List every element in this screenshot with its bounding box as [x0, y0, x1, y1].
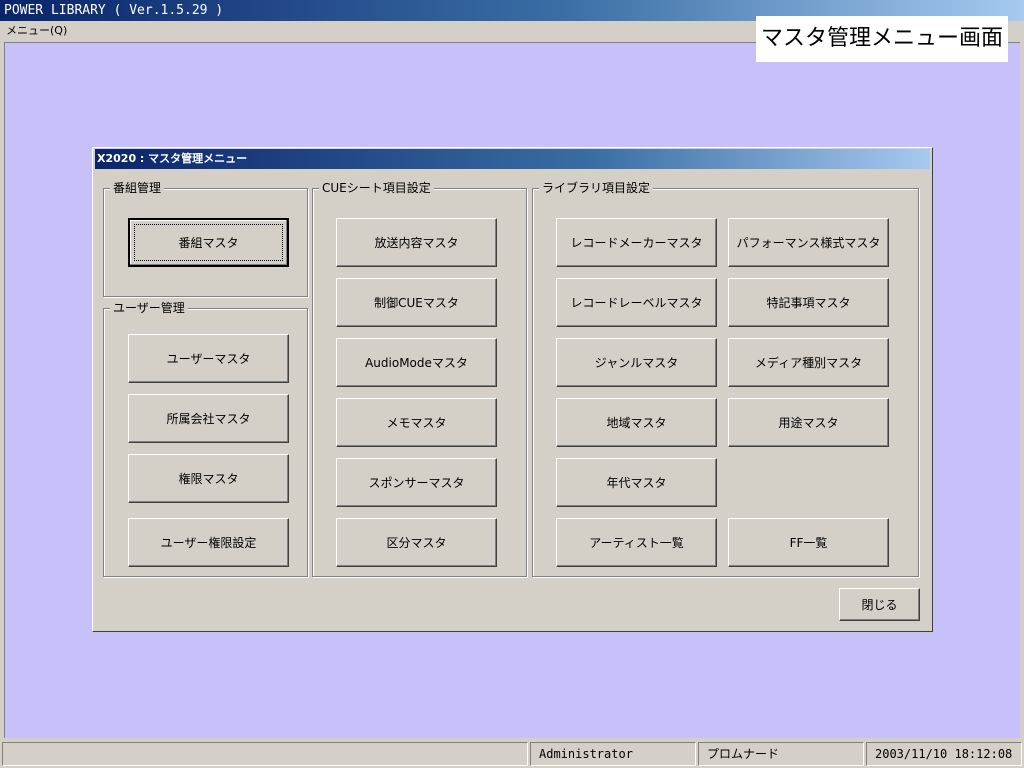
memo-master-button[interactable]: メモマスタ — [336, 398, 497, 447]
performance-style-master-button[interactable]: パフォーマンス様式マスタ — [728, 218, 889, 267]
button-label: 地域マスタ — [606, 416, 667, 430]
button-label: ユーザー権限設定 — [160, 536, 257, 550]
group-label-user: ユーザー管理 — [110, 301, 188, 315]
master-menu-dialog: X2020 : マスタ管理メニュー 番組管理 番組マスタ ユーザー管理 ユーザー… — [92, 147, 933, 632]
broadcast-content-master-button[interactable]: 放送内容マスタ — [336, 218, 497, 267]
user-master-button[interactable]: ユーザーマスタ — [128, 334, 289, 383]
screen-name-label: マスタ管理メニュー画面 — [756, 16, 1008, 62]
genre-master-button[interactable]: ジャンルマスタ — [556, 338, 717, 387]
company-master-button[interactable]: 所属会社マスタ — [128, 394, 289, 443]
record-maker-master-button[interactable]: レコードメーカーマスタ — [556, 218, 717, 267]
special-notes-master-button[interactable]: 特記事項マスタ — [728, 278, 889, 327]
control-cue-master-button[interactable]: 制御CUEマスタ — [336, 278, 497, 327]
button-label: メディア種別マスタ — [754, 356, 863, 370]
region-master-button[interactable]: 地域マスタ — [556, 398, 717, 447]
status-pane-location: プロムナード — [698, 742, 864, 766]
button-label: 放送内容マスタ — [374, 236, 459, 250]
usage-master-button[interactable]: 用途マスタ — [728, 398, 889, 447]
dialog-title-bar: X2020 : マスタ管理メニュー — [95, 149, 930, 169]
group-label-library: ライブラリ項目設定 — [539, 181, 654, 195]
close-button[interactable]: 閉じる — [839, 588, 920, 621]
button-label: スポンサーマスタ — [368, 476, 465, 490]
button-label: 権限マスタ — [178, 472, 239, 486]
status-pane-message — [2, 742, 528, 766]
media-type-master-button[interactable]: メディア種別マスタ — [728, 338, 889, 387]
button-label: 閉じる — [861, 598, 898, 612]
button-label: 制御CUEマスタ — [374, 296, 459, 310]
group-user-management: ユーザー管理 ユーザーマスタ 所属会社マスタ 権限マスタ ユーザー権限設定 — [103, 301, 308, 577]
record-label-master-button[interactable]: レコードレーベルマスタ — [556, 278, 717, 327]
authority-master-button[interactable]: 権限マスタ — [128, 454, 289, 503]
button-label: アーティスト一覧 — [589, 536, 684, 550]
category-master-button[interactable]: 区分マスタ — [336, 518, 497, 567]
ff-list-button[interactable]: FF一覧 — [728, 518, 889, 567]
group-label-cue: CUEシート項目設定 — [319, 181, 434, 195]
artist-list-button[interactable]: アーティスト一覧 — [556, 518, 717, 567]
group-cue-sheet-settings: CUEシート項目設定 放送内容マスタ 制御CUEマスタ AudioModeマスタ… — [312, 181, 527, 577]
status-bar: Administrator プロムナード 2003/11/10 18:12:08 — [0, 740, 1024, 768]
group-library-settings: ライブラリ項目設定 レコードメーカーマスタ パフォーマンス様式マスタ レコードレ… — [532, 181, 919, 577]
button-label: 区分マスタ — [386, 536, 447, 550]
user-authority-settings-button[interactable]: ユーザー権限設定 — [128, 518, 289, 567]
button-label: メモマスタ — [386, 416, 447, 430]
button-label: レコードレーベルマスタ — [570, 296, 703, 310]
button-label: 用途マスタ — [778, 416, 839, 430]
sponsor-master-button[interactable]: スポンサーマスタ — [336, 458, 497, 507]
audio-mode-master-button[interactable]: AudioModeマスタ — [336, 338, 497, 387]
era-master-button[interactable]: 年代マスタ — [556, 458, 717, 507]
menu-item-menu[interactable]: メニュー(Q) — [6, 24, 67, 37]
button-label: レコードメーカーマスタ — [570, 236, 703, 250]
group-program-management: 番組管理 番組マスタ — [103, 181, 308, 297]
button-label: AudioModeマスタ — [365, 356, 468, 370]
button-label: 所属会社マスタ — [166, 412, 251, 426]
group-label-program: 番組管理 — [110, 181, 165, 195]
button-label: FF一覧 — [789, 536, 828, 550]
button-label: ジャンルマスタ — [594, 356, 679, 370]
button-label: 年代マスタ — [606, 476, 667, 490]
status-pane-datetime: 2003/11/10 18:12:08 — [866, 742, 1022, 766]
button-label: 特記事項マスタ — [766, 296, 851, 310]
focus-rectangle — [134, 224, 283, 261]
status-pane-user: Administrator — [530, 742, 696, 766]
program-master-button[interactable]: 番組マスタ — [128, 218, 289, 267]
button-label: パフォーマンス様式マスタ — [736, 236, 881, 250]
button-label: ユーザーマスタ — [166, 352, 251, 366]
